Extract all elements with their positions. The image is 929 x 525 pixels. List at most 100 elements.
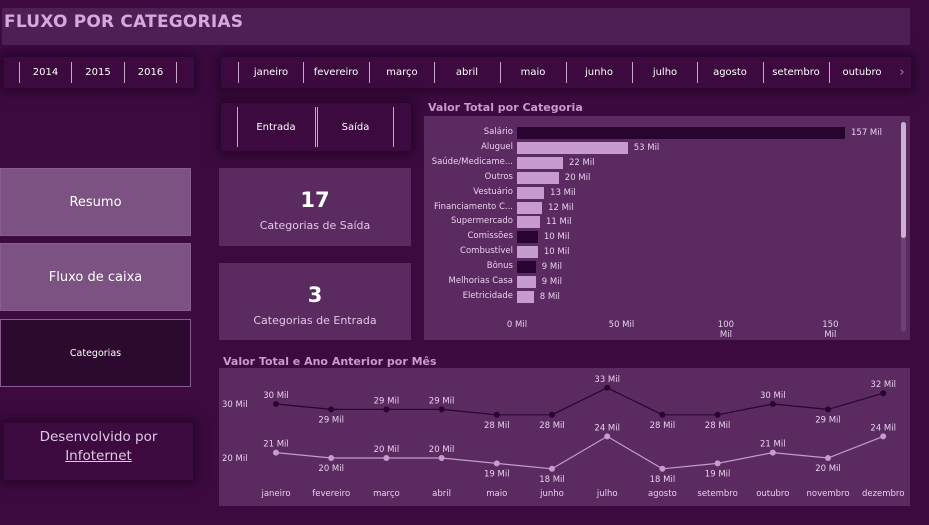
nav-resumo-button[interactable]: Resumo [0,168,191,236]
series-point[interactable] [880,433,887,440]
x-tick-label: abril [432,489,451,499]
month-8[interactable]: setembro [764,57,828,88]
kpi-value: 3 [307,283,323,307]
nav-fluxo-button[interactable]: Fluxo de caixa [0,243,191,311]
bar-value-label: 157 Mil [851,128,882,138]
series-point[interactable] [880,390,887,397]
series-point[interactable] [659,465,666,472]
bar[interactable] [517,201,543,214]
series-point[interactable] [438,406,445,413]
bar-category-label: Aluguel [481,141,513,152]
series-point[interactable] [825,455,831,461]
series-point[interactable] [383,455,390,461]
credit-box: Desenvolvido por Infoternet [4,423,193,480]
page-title: FLUXO POR CATEGORIAS [4,12,244,32]
series-point[interactable] [383,406,390,413]
x-tick-label: março [373,489,400,499]
series-point[interactable] [273,401,279,407]
series-line [275,435,884,470]
series-point[interactable] [604,433,611,440]
kpi-card-saida: 17 Categorias de Saída [219,168,411,246]
month-7[interactable]: agosto [698,57,762,88]
x-tick-label: agosto [648,489,677,499]
month-2[interactable]: março [370,57,434,88]
data-label: 28 Mil [484,421,510,431]
credit-link[interactable]: Infoternet [4,448,193,464]
kpi-label: Categorias de Saída [259,219,371,232]
series-point[interactable] [659,411,666,418]
type-saida[interactable]: Saída [318,103,393,151]
bar-value-label: 22 Mil [568,157,595,168]
bar[interactable] [517,246,538,259]
bar[interactable] [517,290,534,303]
series-point[interactable] [714,460,721,467]
series-point[interactable] [438,455,445,461]
series-point[interactable] [273,449,279,456]
credit-text: Desenvolvido por [39,429,158,445]
month-5[interactable]: junho [567,57,631,88]
nav-categorias-button[interactable]: Categorias [0,319,191,387]
bar-value-label: 20 Mil [564,172,591,183]
year-2014[interactable]: 2014 [20,57,71,88]
data-label: 19 Mil [484,469,510,479]
series-point[interactable] [549,465,555,472]
bar-value-label: 13 Mil [550,187,576,198]
year-2016[interactable]: 2016 [125,57,176,88]
x-tick-label: maio [486,489,507,499]
data-label: 20 Mil [815,464,841,474]
bar[interactable] [517,216,540,229]
data-label: 29 Mil [374,396,400,406]
x-tick-label: novembro [806,489,849,499]
series-point[interactable] [328,406,335,413]
type-entrada[interactable]: Entrada [238,103,314,151]
series-point[interactable] [549,411,555,418]
bar[interactable] [517,261,536,274]
month-4[interactable]: maio [501,57,565,88]
series-point[interactable] [493,411,500,418]
data-label: 29 Mil [318,415,344,425]
year-2015[interactable]: 2015 [72,57,124,88]
bar[interactable] [517,171,559,184]
series-point[interactable] [769,449,776,456]
x-tick-label: setembro [697,489,737,499]
x-tick-label: julho [596,489,618,499]
y-tick-label: 20 Mil [222,454,248,464]
bar[interactable] [517,186,545,199]
scrollbar-thumb[interactable] [901,122,906,238]
month-3[interactable]: abril [435,57,499,88]
bar-category-label: Bônus [486,261,513,272]
series-point[interactable] [604,384,611,391]
series-point[interactable] [493,460,500,467]
scrollbar[interactable] [901,122,906,332]
data-label: 24 Mil [870,423,896,433]
data-label: 29 Mil [429,396,455,406]
bar[interactable] [517,127,845,139]
month-0[interactable]: janeiro [239,57,303,88]
bar-value-label: 53 Mil [633,142,660,153]
x-tick-label: 0 Mil [506,320,528,330]
data-label: 21 Mil [263,440,289,450]
bar-value-label: 10 Mil [543,247,570,258]
data-label: 20 Mil [318,464,344,474]
data-label: 28 Mil [705,421,731,431]
month-6[interactable]: julho [633,57,697,88]
series-point[interactable] [328,455,335,461]
series-point[interactable] [825,406,831,413]
scroll-right-icon[interactable]: › [895,57,909,88]
x-tick-label: dezembro [862,489,905,499]
month-1[interactable]: fevereiro [304,57,368,88]
bar[interactable] [517,276,536,288]
bar-chart-title: Valor Total por Categoria [428,101,583,114]
bar-category-label: Melhorias Casa [448,276,514,286]
bar-value-label: 8 Mil [539,291,560,302]
data-label: 24 Mil [594,423,620,433]
bar[interactable] [517,141,628,154]
data-label: 21 Mil [760,440,786,450]
bar[interactable] [517,156,563,169]
series-point[interactable] [714,411,721,418]
line-chart-svg: 30 Mil 20 Mil janeiro fevereiro março abril ma… [222,375,905,499]
bar[interactable] [517,231,538,244]
series-point[interactable] [769,401,776,407]
bar-value-label: 10 Mil [543,232,570,243]
month-9[interactable]: outubro [830,57,894,88]
